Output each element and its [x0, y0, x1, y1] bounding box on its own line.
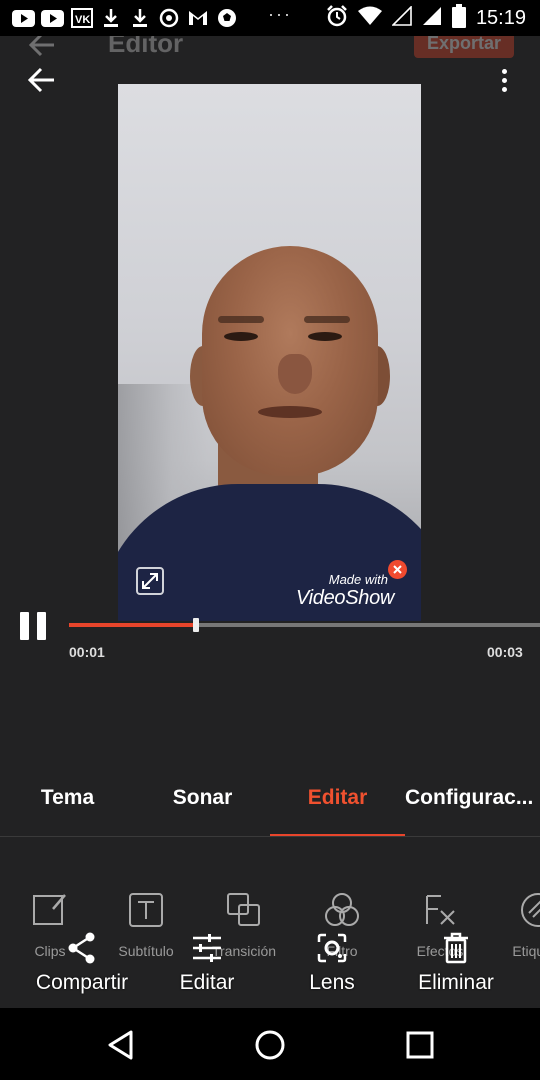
back-triangle-icon[interactable] — [104, 1028, 138, 1062]
delete-label: Eliminar — [418, 971, 494, 994]
battery-icon — [451, 3, 466, 33]
dot — [501, 86, 507, 92]
lens-button[interactable]: Lens — [292, 931, 372, 995]
tab-configuracion[interactable]: Configurac... — [405, 766, 540, 838]
tab-sonar[interactable]: Sonar — [135, 766, 270, 838]
share-label: Compartir — [35, 971, 129, 994]
current-time: 00:01 — [69, 644, 105, 660]
sticker-icon — [521, 893, 540, 927]
editor-screen: Editor Exportar Made with VideoShow 00:0… — [0, 36, 540, 1008]
share-button[interactable]: Compartir — [22, 931, 142, 995]
video-frame-person — [218, 316, 264, 323]
download-icon — [128, 8, 151, 28]
seek-bar[interactable] — [69, 618, 540, 632]
video-frame-person — [278, 354, 312, 394]
video-frame-person — [258, 406, 322, 418]
filter-icon — [325, 893, 359, 926]
edit-label: Editar — [179, 971, 235, 994]
sliders-icon — [193, 934, 221, 962]
export-button: Exportar — [414, 36, 514, 58]
download-icon — [99, 8, 122, 28]
close-icon — [393, 565, 402, 574]
dot — [501, 68, 507, 74]
delete-button[interactable]: Eliminar — [408, 931, 504, 995]
pause-icon — [37, 612, 46, 640]
status-bar: VK ··· 15:19 — [0, 0, 540, 36]
back-arrow-icon — [27, 67, 54, 93]
pause-button[interactable] — [20, 612, 50, 642]
wifi-icon — [357, 6, 382, 31]
share-icon — [68, 932, 95, 964]
seek-progress — [69, 623, 197, 627]
soccer-ball-icon — [215, 8, 238, 28]
video-frame-person — [224, 332, 258, 341]
remove-watermark-button[interactable] — [388, 560, 407, 579]
back-arrow-icon — [28, 36, 56, 63]
signal-icon — [422, 6, 442, 31]
alarm-icon — [326, 4, 348, 32]
text-icon — [129, 893, 163, 927]
youtube-icon — [41, 8, 64, 28]
notification-icons: VK — [12, 6, 238, 30]
clip-edit-icon — [33, 894, 66, 925]
video-preview[interactable]: Made with VideoShow — [118, 84, 421, 621]
tab-tema[interactable]: Tema — [0, 766, 135, 838]
fx-icon — [426, 895, 455, 925]
media-action-bar: Compartir Editar Lens Eliminar — [0, 931, 540, 1006]
more-notifications: ··· — [268, 4, 292, 24]
fullscreen-button[interactable] — [136, 567, 164, 595]
faded-header: Editor Exportar — [0, 36, 540, 68]
trash-icon — [444, 932, 468, 964]
expand-icon — [136, 567, 164, 595]
divider — [0, 836, 540, 837]
more-options-button[interactable] — [490, 64, 518, 96]
total-time: 00:03 — [487, 644, 523, 660]
whatsapp-icon — [157, 8, 180, 28]
signal-empty-icon — [391, 4, 412, 31]
youtube-icon — [12, 8, 35, 28]
recents-icon[interactable] — [403, 1028, 437, 1062]
gmail-icon — [186, 8, 209, 28]
navigation-bar — [0, 1008, 540, 1080]
home-icon[interactable] — [253, 1028, 287, 1062]
back-button[interactable] — [26, 64, 58, 96]
video-frame-person — [304, 316, 350, 323]
svg-text:VK: VK — [75, 14, 90, 26]
watermark: Made with VideoShow — [280, 572, 410, 610]
editor-title: Editor — [108, 36, 184, 58]
watermark-brand: VideoShow — [295, 587, 395, 609]
editor-tabs: Tema Sonar Editar Configurac... — [0, 766, 540, 838]
lens-label: Lens — [309, 971, 355, 994]
dot — [501, 77, 507, 83]
video-frame-person — [308, 332, 342, 341]
edit-button[interactable]: Editar — [162, 931, 252, 995]
seek-thumb[interactable] — [193, 618, 200, 632]
vk-icon: VK — [70, 8, 93, 28]
transition-icon — [227, 893, 260, 926]
clock: 15:19 — [475, 6, 526, 29]
pause-icon — [20, 612, 29, 640]
system-icons: 15:19 — [326, 3, 526, 33]
lens-icon — [317, 933, 347, 963]
tab-editar[interactable]: Editar — [270, 766, 405, 838]
